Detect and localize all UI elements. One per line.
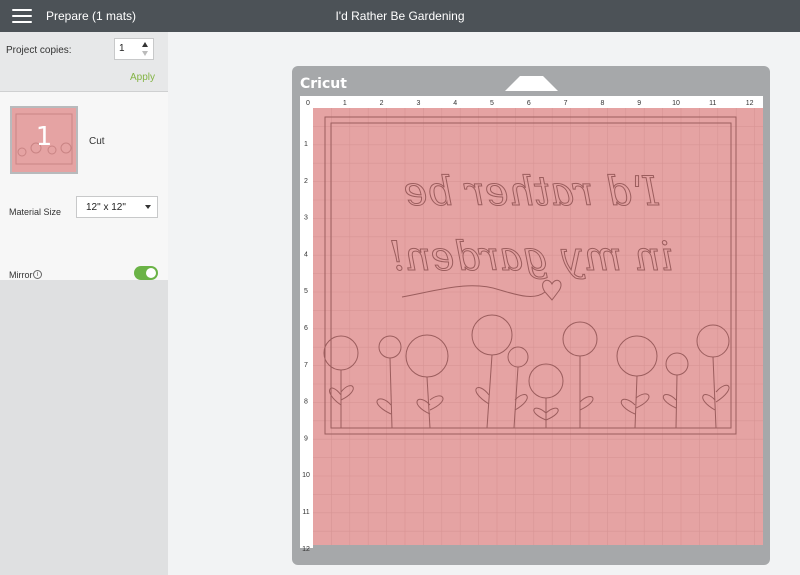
- mat-canvas: Cricut 0 1 2 3 4 5 6 7 8 9 10 11 12 1 2 3 4 5 6 7 8 9 10 11 12 …: [168, 32, 800, 575]
- material-size-label: Material Size: [9, 207, 62, 217]
- project-copies-label: Project copies:: [6, 45, 72, 56]
- sidebar: Project copies: 1 Apply 1 Cut Material S…: [0, 32, 168, 575]
- ruler-top-label: 8: [600, 100, 604, 107]
- ruler-top-label: 0: [306, 100, 310, 107]
- ruler-left-label: 6: [304, 325, 308, 332]
- ruler-left-label: 9: [304, 435, 308, 442]
- cricut-logo: Cricut: [300, 76, 347, 92]
- mat-number: 1: [35, 122, 53, 152]
- ruler-top-label: 7: [564, 100, 568, 107]
- ruler-top: [300, 96, 763, 108]
- mat-panel: 1 Cut Material Size 12" x 12" Mirror i: [0, 92, 168, 280]
- top-bar: Prepare (1 mats) I'd Rather Be Gardening: [0, 0, 800, 32]
- ruler-left-label: 12: [302, 546, 310, 553]
- stepper-down-icon[interactable]: [142, 51, 148, 56]
- ruler-top-label: 4: [453, 100, 457, 107]
- ruler-top-label: 3: [416, 100, 420, 107]
- ruler-left-label: 1: [304, 141, 308, 148]
- ruler-top-label: 6: [527, 100, 531, 107]
- cutting-mat: Cricut 0 1 2 3 4 5 6 7 8 9 10 11 12 123456789101112 …: [292, 66, 770, 565]
- design-text-line1: I'd rather be: [404, 169, 660, 215]
- project-title: I'd Rather Be Gardening: [335, 9, 465, 23]
- ruler-left-label: 5: [304, 288, 308, 295]
- toggle-knob: [146, 268, 156, 278]
- stepper-up-icon[interactable]: [142, 42, 148, 47]
- cut-label: Cut: [89, 136, 105, 147]
- ruler-left-label: 3: [304, 215, 308, 222]
- ruler-top-label: 1: [343, 100, 347, 107]
- ruler-left-label: 11: [302, 509, 309, 516]
- ruler-top-label: 2: [380, 100, 384, 107]
- mirror-label: Mirror: [9, 270, 33, 280]
- mirror-toggle[interactable]: [134, 266, 158, 280]
- ruler-left-label: 4: [304, 251, 308, 258]
- design-text-line2: in my garden!: [389, 234, 673, 280]
- ruler-left: [300, 96, 313, 548]
- project-copies-panel: Project copies: 1 Apply: [0, 32, 168, 92]
- copies-stepper[interactable]: [141, 40, 151, 58]
- ruler-top-label: 5: [490, 100, 494, 107]
- ruler-left-label: 8: [304, 399, 308, 406]
- ruler-top-label: 10: [672, 100, 680, 107]
- ruler-left-label: 7: [304, 362, 308, 369]
- ruler-top-label: 12: [746, 100, 754, 107]
- info-icon[interactable]: i: [33, 270, 42, 279]
- ruler-left-label: 2: [304, 178, 308, 185]
- apply-button[interactable]: Apply: [130, 72, 155, 83]
- mat-thumbnail[interactable]: 1: [10, 106, 78, 174]
- ruler-left-label: 10: [302, 472, 310, 479]
- ruler-top-label: 11: [709, 100, 716, 107]
- ruler-top-label: 9: [637, 100, 641, 107]
- caret-down-icon: [145, 205, 151, 209]
